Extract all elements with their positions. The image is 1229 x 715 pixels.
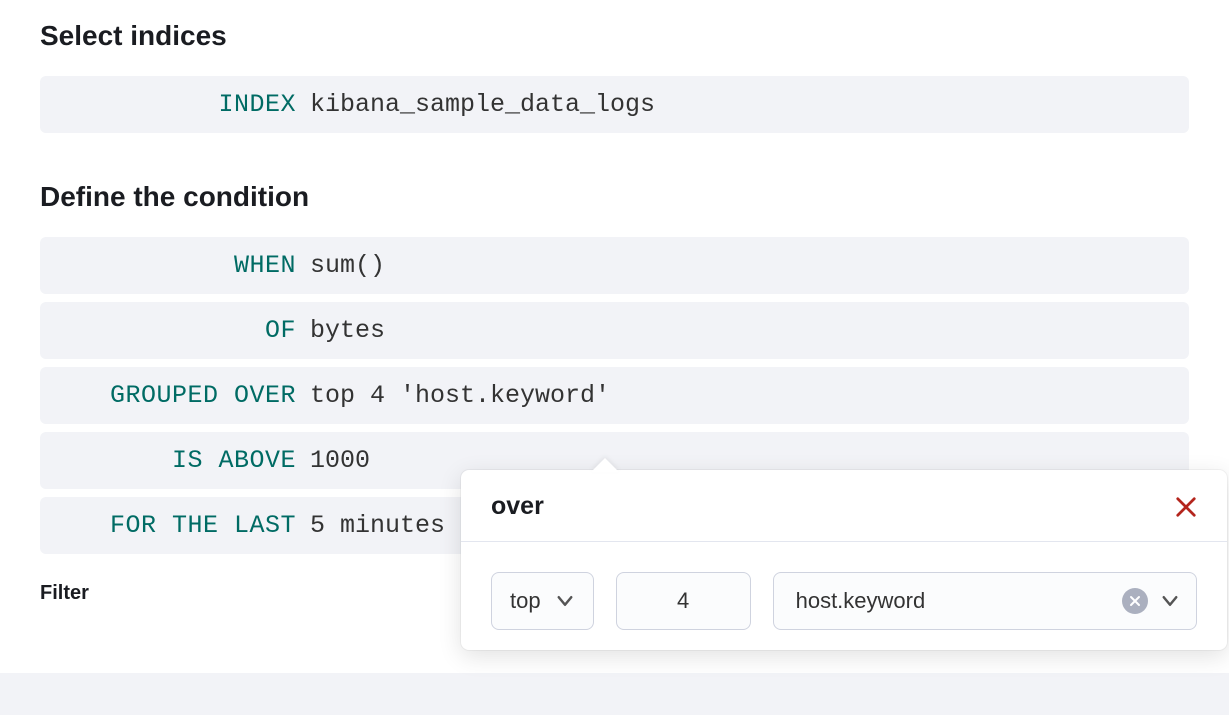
grouped-over-label: GROUPED OVER — [40, 381, 310, 410]
is-above-value: 1000 — [310, 446, 370, 475]
when-label: WHEN — [40, 251, 310, 280]
is-above-label: IS ABOVE — [40, 446, 310, 475]
index-value: kibana_sample_data_logs — [310, 90, 655, 119]
index-label: INDEX — [40, 90, 310, 119]
of-value: bytes — [310, 316, 385, 345]
popover-arrow — [591, 458, 619, 472]
for-the-last-value: 5 minutes — [310, 511, 445, 540]
close-icon — [1175, 496, 1197, 518]
field-combobox-value: host.keyword — [796, 588, 926, 614]
close-icon — [1129, 595, 1141, 607]
of-label: OF — [40, 316, 310, 345]
direction-select-value: top — [510, 588, 541, 614]
chevron-down-icon — [555, 591, 575, 611]
size-input[interactable] — [639, 588, 728, 614]
chevron-down-icon — [1160, 591, 1180, 611]
for-the-last-label: FOR THE LAST — [40, 511, 310, 540]
popover-close-button[interactable] — [1175, 496, 1197, 518]
size-input-wrapper — [616, 572, 751, 630]
field-clear-button[interactable] — [1122, 588, 1148, 614]
define-condition-heading: Define the condition — [40, 181, 1189, 213]
direction-select[interactable]: top — [491, 572, 594, 630]
popover-title: over — [491, 492, 544, 521]
popover-header: over — [461, 470, 1227, 542]
when-value: sum() — [310, 251, 385, 280]
popover-body: top host.keyword — [461, 542, 1227, 650]
of-expression[interactable]: OF bytes — [40, 302, 1189, 359]
grouped-over-popover: over top host.keyword — [461, 470, 1227, 650]
field-combobox-controls — [1122, 588, 1180, 614]
grouped-over-value: top 4 'host.keyword' — [310, 381, 610, 410]
select-indices-heading: Select indices — [40, 20, 1189, 52]
field-combobox[interactable]: host.keyword — [773, 572, 1197, 630]
bottom-strip — [0, 673, 1229, 715]
index-expression[interactable]: INDEX kibana_sample_data_logs — [40, 76, 1189, 133]
when-expression[interactable]: WHEN sum() — [40, 237, 1189, 294]
grouped-over-expression[interactable]: GROUPED OVER top 4 'host.keyword' — [40, 367, 1189, 424]
